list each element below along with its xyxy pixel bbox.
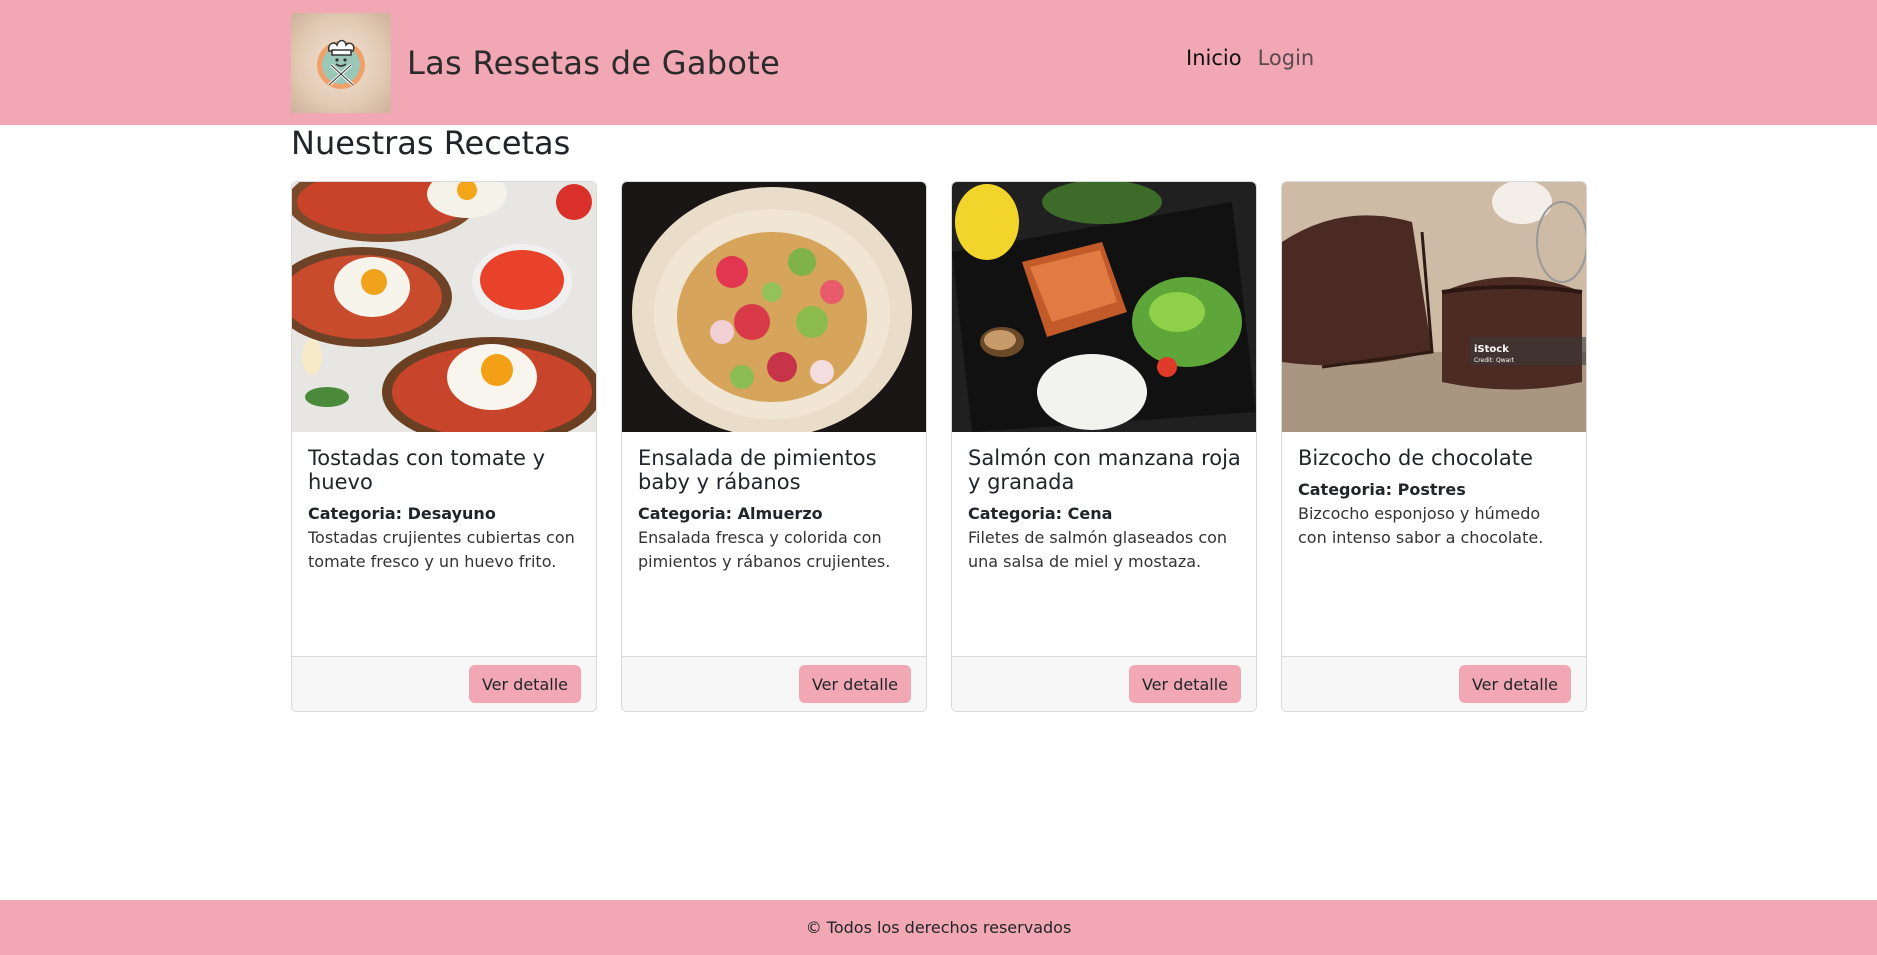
recipe-description: Ensalada fresca y colorida con pimientos… [638, 528, 891, 571]
brand-link[interactable]: Las Resetas de Gabote [291, 13, 780, 113]
view-detail-button[interactable]: Ver detalle [1128, 665, 1241, 703]
card-body: Tostadas con tomate y huevo Categoria: D… [308, 446, 583, 574]
category-value: Almuerzo [737, 504, 823, 523]
nav-link-login[interactable]: Login [1258, 46, 1315, 70]
recipe-image-salmon [952, 182, 1256, 432]
view-detail-button[interactable]: Ver detalle [1458, 665, 1571, 703]
recipe-card: Ensalada de pimientos baby y rábanos Cat… [621, 181, 927, 712]
main-nav: Inicio Login [1186, 46, 1314, 70]
category-value: Desayuno [407, 504, 496, 523]
card-body: Ensalada de pimientos baby y rábanos Cat… [638, 446, 913, 574]
recipe-title: Ensalada de pimientos baby y rábanos [638, 446, 877, 494]
istock-watermark: iStock [1474, 344, 1509, 355]
chef-logo-icon [291, 13, 391, 113]
card-body: Salmón con manzana roja y granada Catego… [968, 446, 1243, 574]
recipe-category: Categoria: Cena [968, 502, 1243, 526]
page-title: Nuestras Recetas [291, 124, 571, 162]
recipe-image-salad [622, 182, 926, 432]
card-footer: Ver detalle [292, 656, 596, 711]
page-footer: © Todos los derechos reservados [0, 900, 1877, 955]
nav-link-inicio[interactable]: Inicio [1186, 46, 1242, 70]
recipe-card: Tostadas con tomate y huevo Categoria: D… [291, 181, 597, 712]
recipe-cards: Tostadas con tomate y huevo Categoria: D… [291, 181, 1587, 712]
card-footer: Ver detalle [1282, 656, 1586, 711]
recipe-category: Categoria: Desayuno [308, 502, 583, 526]
card-footer: Ver detalle [952, 656, 1256, 711]
recipe-title: Bizcocho de chocolate [1298, 446, 1533, 470]
recipe-image-cake: iStock Credit: Qwart [1282, 182, 1586, 432]
brand-name: Las Resetas de Gabote [407, 44, 781, 82]
recipe-title: Tostadas con tomate y huevo [308, 446, 546, 494]
copyright-text: © Todos los derechos reservados [805, 918, 1072, 937]
card-body: Bizcocho de chocolate Categoria: Postres… [1298, 446, 1573, 550]
istock-credit: Credit: Qwart [1474, 357, 1515, 364]
recipe-image-toast [292, 182, 596, 432]
recipe-card: Salmón con manzana roja y granada Catego… [951, 181, 1257, 712]
recipe-category: Categoria: Almuerzo [638, 502, 913, 526]
recipe-category: Categoria: Postres [1298, 478, 1573, 502]
category-label: Categoria: [1298, 480, 1393, 499]
category-label: Categoria: [308, 504, 403, 523]
category-label: Categoria: [638, 504, 733, 523]
recipe-description: Bizcocho esponjoso y húmedo con intenso … [1298, 504, 1544, 547]
card-footer: Ver detalle [622, 656, 926, 711]
category-label: Categoria: [968, 504, 1063, 523]
recipe-description: Tostadas crujientes cubiertas con tomate… [308, 528, 575, 571]
view-detail-button[interactable]: Ver detalle [798, 665, 911, 703]
recipe-card: iStock Credit: Qwart Bizcocho de chocola… [1281, 181, 1587, 712]
view-detail-button[interactable]: Ver detalle [468, 665, 581, 703]
navbar: Las Resetas de Gabote Inicio Login [0, 0, 1877, 125]
recipe-title: Salmón con manzana roja y granada [968, 446, 1241, 494]
recipe-description: Filetes de salmón glaseados con una sals… [968, 528, 1228, 571]
category-value: Postres [1397, 480, 1466, 499]
category-value: Cena [1067, 504, 1113, 523]
